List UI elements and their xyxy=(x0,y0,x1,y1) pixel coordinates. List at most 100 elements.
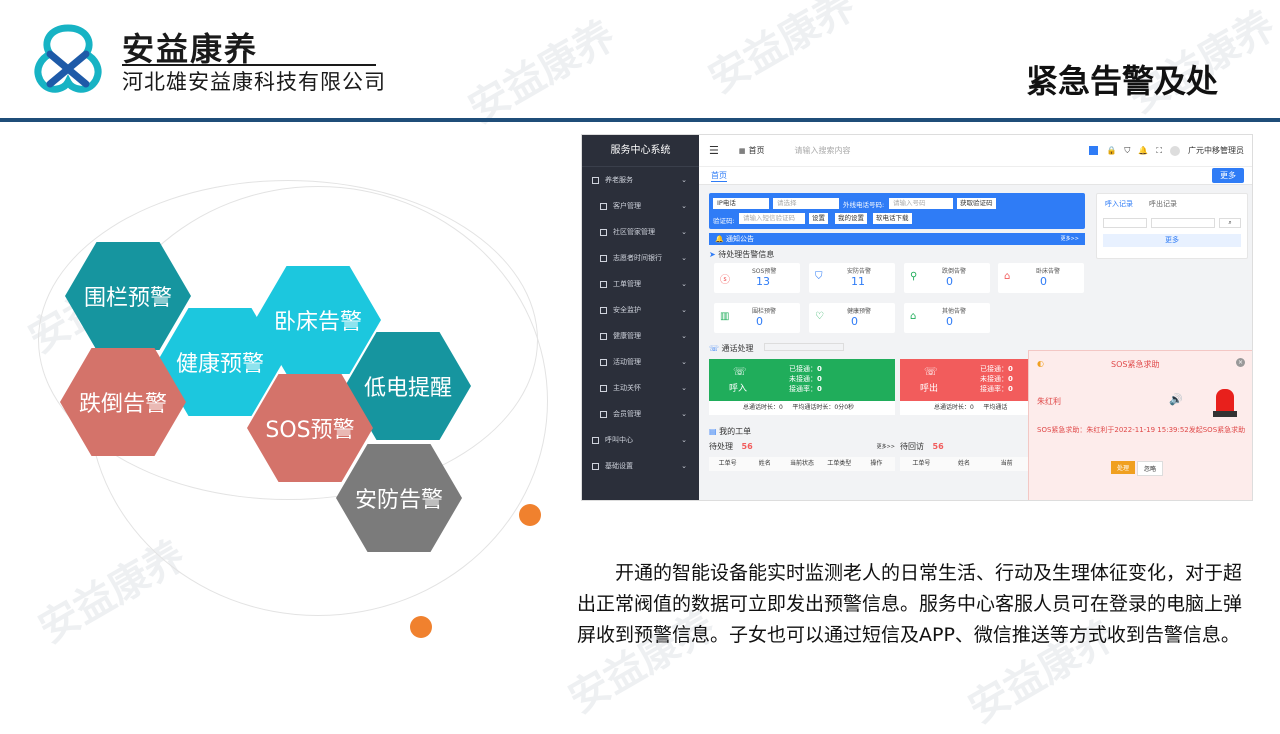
search-icon[interactable]: ⌕ xyxy=(1219,218,1241,228)
sidebar-item-label: 基础设置 xyxy=(605,462,633,470)
grid-icon xyxy=(600,228,607,236)
sidebar-item[interactable]: 基础设置 ⌄ xyxy=(582,453,699,479)
sidebar-item[interactable]: 会员管理 ⌄ xyxy=(582,401,699,427)
alert-card[interactable]: ⚲ 跌倒告警 0 xyxy=(904,263,990,293)
inbound-missed-value: 0 xyxy=(817,375,822,383)
alert-card[interactable]: ⌂ 其他告警 0 xyxy=(904,303,990,333)
column-header: 当前 xyxy=(1000,460,1013,467)
sidebar-item-label: 呼叫中心 xyxy=(605,436,633,444)
alert-count: 0 xyxy=(946,315,953,328)
records-more-button[interactable]: 更多 xyxy=(1103,234,1241,247)
shirt-icon[interactable]: ⛉ xyxy=(1124,146,1130,156)
column-header: 姓名 xyxy=(758,460,771,467)
ignore-button[interactable]: 忽略 xyxy=(1137,461,1164,476)
call-filter-select[interactable] xyxy=(764,343,845,351)
company-name: 河北雄安益康科技有限公司 xyxy=(122,70,386,94)
chevron-down-icon: ⌄ xyxy=(681,176,687,184)
alert-card[interactable]: ⛉ 安防告警 11 xyxy=(809,263,895,293)
softphone-download-button[interactable]: 软电话下载 xyxy=(873,213,912,224)
alert-count: 13 xyxy=(756,275,770,288)
pending-orders-more-link[interactable]: 更多>> xyxy=(877,443,895,450)
chevron-down-icon: ⌄ xyxy=(681,280,687,288)
sidebar-item[interactable]: 社区管家管理 ⌄ xyxy=(582,219,699,245)
fence-icon: ▥ xyxy=(720,311,730,322)
sidebar-item-label: 主动关怀 xyxy=(613,384,641,392)
outbound-missed-label: 未接通： xyxy=(980,375,1008,383)
sidebar-item[interactable]: 工单管理 ⌄ xyxy=(582,271,699,297)
records-filter[interactable] xyxy=(1103,218,1147,228)
theme-icon[interactable] xyxy=(1089,146,1099,155)
outbound-label: 外线电话号码: xyxy=(843,201,885,209)
sidebar-item[interactable]: 养老服务 ⌄ xyxy=(582,167,699,193)
speaker-icon[interactable]: 🔊 xyxy=(1169,393,1183,406)
close-icon[interactable]: × xyxy=(1236,358,1245,367)
settings-button[interactable]: 设置 xyxy=(809,213,828,224)
chevron-down-icon: ⌄ xyxy=(681,254,687,262)
avatar[interactable] xyxy=(1170,145,1180,156)
inbound-avg-duration: 平均通话时长：0分0秒 xyxy=(792,404,855,411)
more-button[interactable]: 更多 xyxy=(1212,168,1244,183)
alert-card[interactable]: ♡ 健康预警 0 xyxy=(809,303,895,333)
followup-orders-count: 56 xyxy=(932,442,944,451)
user-name[interactable]: 广元中移管理员 xyxy=(1188,145,1244,156)
code-input[interactable]: 请输入短信验证码 xyxy=(739,213,805,224)
description-paragraph: 开通的智能设备能实时监测老人的日常生活、行动及生理体征变化，对于超出正常阀值的数… xyxy=(577,562,1243,646)
alert-label: 安防告警 xyxy=(847,268,872,275)
grid-icon xyxy=(600,332,607,340)
chevron-down-icon: ⌄ xyxy=(681,384,687,392)
get-code-button[interactable]: 获取验证码 xyxy=(957,198,996,209)
alert-count: 0 xyxy=(1040,275,1047,288)
sidebar-item[interactable]: 客户管理 ⌄ xyxy=(582,193,699,219)
sidebar-item[interactable]: 志愿者时间银行 ⌄ xyxy=(582,245,699,271)
ip-phone-select[interactable]: IP电话 xyxy=(713,198,769,209)
tab-home[interactable]: 首页 xyxy=(711,170,727,182)
outbound-rate-label: 接通率： xyxy=(980,385,1008,393)
search-input[interactable]: 请输入搜索内容 xyxy=(795,145,851,156)
sidebar-item-label: 养老服务 xyxy=(605,176,633,184)
send-icon: ➤ xyxy=(709,250,719,259)
grid-icon xyxy=(600,384,607,392)
sidebar-item-label: 志愿者时间银行 xyxy=(613,254,662,262)
sos-popup-title: SOS紧急求助 xyxy=(1111,360,1160,369)
tab-outbound-records[interactable]: 呼出记录 xyxy=(1149,199,1177,209)
bell-icon: 🔔 xyxy=(715,235,726,243)
outbound-card: ☏ 呼出 已接通：0 未接通：0 接通率：0 xyxy=(900,359,1028,401)
grid-icon xyxy=(600,280,607,288)
line-select[interactable]: 请选择 xyxy=(773,198,839,209)
my-settings-button[interactable]: 我的设置 xyxy=(835,213,867,224)
sidebar-item-label: 健康管理 xyxy=(613,332,641,340)
sidebar-item[interactable]: 呼叫中心 ⌄ xyxy=(582,427,699,453)
home-icon: ⌂ xyxy=(910,311,917,322)
bell-icon[interactable]: 🔔 xyxy=(1138,146,1148,155)
outbound-input[interactable]: 请输入号码 xyxy=(889,198,953,209)
sidebar-item[interactable]: 安全监护 ⌄ xyxy=(582,297,699,323)
chevron-down-icon: ⌄ xyxy=(681,358,687,366)
tab-inbound-records[interactable]: 呼入记录 xyxy=(1105,199,1133,209)
sidebar-item[interactable]: 健康管理 ⌄ xyxy=(582,323,699,349)
handle-button[interactable]: 处理 xyxy=(1111,461,1136,474)
alert-card[interactable]: ▥ 围栏预警 0 xyxy=(714,303,800,333)
alert-card[interactable]: ⌂ 卧床告警 0 xyxy=(998,263,1084,293)
menu-icon[interactable]: ☰ xyxy=(709,144,719,157)
sidebar-item[interactable]: 活动管理 ⌄ xyxy=(582,349,699,375)
followup-orders-header: 待回访 56 xyxy=(900,442,944,451)
bed-icon: ⌂ xyxy=(1004,271,1011,282)
header-rule xyxy=(0,118,1280,122)
alert-label: 围栏预警 xyxy=(752,308,777,315)
call-records-panel: 呼入记录 呼出记录 ⌕ 更多 xyxy=(1096,193,1248,259)
page-tabs: 首页 更多 xyxy=(699,167,1252,185)
notice-more-link[interactable]: 更多>> xyxy=(1061,233,1079,245)
column-header: 当前状态 xyxy=(790,460,815,467)
column-header: 工单类型 xyxy=(827,460,852,467)
company-logo-icon xyxy=(34,24,102,93)
records-search-input[interactable] xyxy=(1151,218,1215,228)
breadcrumb-home[interactable]: 首页 xyxy=(749,145,765,156)
pending-orders-header: 待处理 56 更多>> xyxy=(709,442,895,451)
lock-icon[interactable]: 🔒 xyxy=(1106,146,1116,155)
fullscreen-icon[interactable]: ⛶ xyxy=(1156,146,1162,156)
sidebar-item[interactable]: 主动关怀 ⌄ xyxy=(582,375,699,401)
followup-orders-table-header: 工单号 姓名 当前 xyxy=(900,457,1028,471)
alert-card[interactable]: ⓢ SOS预警 13 xyxy=(714,263,800,293)
decor-dot xyxy=(410,616,432,638)
heart-icon: ♡ xyxy=(815,311,824,322)
